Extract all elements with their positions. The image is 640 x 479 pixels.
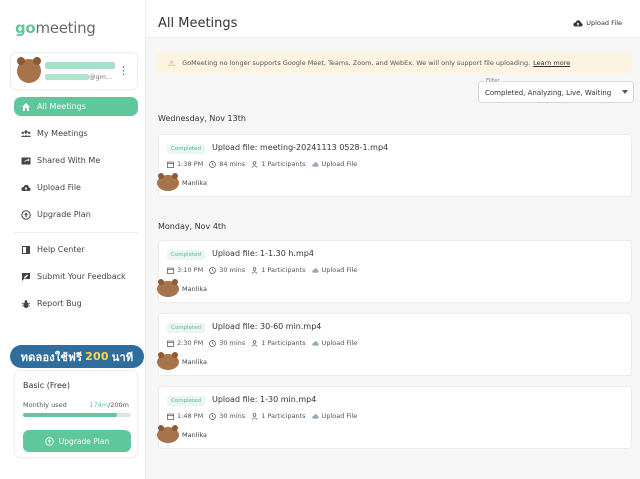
sidebar-item-report-bug[interactable]: Report Bug [14,294,138,313]
meeting-owner: Manlika [157,425,207,443]
status-badge: Completed [167,144,205,154]
meeting-owner: Manlika [157,352,207,370]
calendar-icon [167,340,174,347]
bug-icon [20,298,32,310]
upload-source-icon [311,413,319,419]
status-badge: Completed [167,396,205,406]
avatar [17,57,41,83]
usage-progress-fill [23,413,117,417]
meeting-owner: Manlika [157,279,207,297]
home-icon [20,101,32,113]
sidebar-item-label: Submit Your Feedback [37,272,126,281]
meeting-owner: Manlika [157,173,207,191]
sidebar-item-shared-with-me[interactable]: Shared With Me [14,151,138,170]
meeting-card[interactable]: Completed Upload file: 1-1.30 h.mp4 3:10… [157,240,632,303]
more-vertical-icon[interactable]: ⋮ [118,65,129,76]
caret-down-icon [622,90,628,94]
meeting-meta: 1:48 PM 30 mins 1 Participants Upload Fi… [167,412,363,420]
avatar [157,352,179,370]
meeting-title: Upload file: 30-60 min.mp4 [212,322,322,331]
clock-icon [209,339,217,347]
deprecation-banner: ⚠ GoMeeting no longer supports Google Me… [156,52,632,74]
upgrade-plan-button[interactable]: Upgrade Plan [23,430,131,452]
clock-icon [209,266,217,274]
sidebar-item-all-meetings[interactable]: All Meetings [14,97,138,116]
status-badge: Completed [167,323,205,333]
user-name-redacted [45,62,115,69]
cloud-upload-icon [573,20,583,27]
top-bar: All Meetings Upload File [146,0,640,38]
plan-usage-label: Monthly used [23,401,67,409]
feedback-icon [20,271,32,283]
calendar-icon [167,413,174,420]
app-logo[interactable]: gomeeting [15,19,96,37]
free-trial-promo[interactable]: ทดลองใช้ฟรี 200 นาที [10,345,144,368]
upload-source-icon [311,267,319,273]
sidebar-item-upload-file[interactable]: Upload File [14,178,138,197]
avatar [157,173,179,191]
clock-icon [209,412,217,420]
meeting-meta: 2:30 PM 30 mins 1 Participants Upload Fi… [167,339,363,347]
plan-usage-value: 174m/200m [89,401,129,409]
meeting-card[interactable]: Completed Upload file: 30-60 min.mp4 2:3… [157,313,632,376]
calendar-icon [167,267,174,274]
calendar-icon [167,161,174,168]
sidebar-item-help-center[interactable]: Help Center [14,240,138,259]
clock-icon [209,160,217,168]
arrow-up-circle-icon [20,209,32,221]
avatar [157,425,179,443]
main-content: All Meetings Upload File ⚠ GoMeeting no … [146,0,640,479]
banner-text: GoMeeting no longer supports Google Meet… [182,59,531,67]
meeting-meta: 1:38 PM 84 mins 1 Participants Upload Fi… [167,160,363,168]
meeting-card[interactable]: Completed Upload file: meeting-20241113 … [157,134,632,197]
usage-progress-bar [23,413,131,417]
sidebar-item-upgrade-plan[interactable]: Upgrade Plan [14,205,138,224]
meeting-card[interactable]: Completed Upload file: 1-30 min.mp4 1:48… [157,386,632,449]
date-heading: Wednesday, Nov 13th [158,114,246,123]
person-icon [251,266,258,274]
filter-select[interactable]: Filter Completed, Analyzing, Live, Waiti… [478,78,634,103]
sidebar-item-my-meetings[interactable]: My Meetings [14,124,138,143]
upload-source-icon [311,161,319,167]
book-icon [20,244,32,256]
upload-file-button[interactable]: Upload File [573,19,622,27]
meeting-title: Upload file: 1-30 min.mp4 [212,395,317,404]
date-heading: Monday, Nov 4th [158,222,227,231]
filter-label: Filter [484,78,502,84]
sidebar-item-label: Shared With Me [37,156,101,165]
sidebar-item-label: Upgrade Plan [37,210,91,219]
person-icon [251,339,258,347]
sidebar-item-label: Upload File [37,183,81,192]
sidebar: gomeeting @gm... ⋮ All Meetings My Meeti… [0,0,146,479]
filter-value: Completed, Analyzing, Live, Waiting [485,89,612,97]
meeting-title: Upload file: meeting-20241113 0528-1.mp4 [212,143,389,152]
upload-source-icon [311,340,319,346]
plan-card: Basic (Free) Monthly used 174m/200m Upgr… [14,370,138,458]
cloud-upload-icon [20,182,32,194]
sidebar-item-label: Report Bug [37,299,82,308]
sidebar-item-label: Help Center [37,245,85,254]
meeting-meta: 3:10 PM 30 mins 1 Participants Upload Fi… [167,266,363,274]
divider [14,232,138,233]
page-title: All Meetings [158,16,238,31]
share-icon [20,155,32,167]
user-card[interactable]: @gm... ⋮ [10,52,138,90]
person-icon [251,160,258,168]
status-badge: Completed [167,250,205,260]
plan-title: Basic (Free) [23,381,70,390]
meeting-title: Upload file: 1-1.30 h.mp4 [212,249,314,258]
sidebar-item-label: All Meetings [37,102,86,111]
sidebar-item-label: My Meetings [37,129,88,138]
sidebar-item-submit-feedback[interactable]: Submit Your Feedback [14,267,138,286]
user-email: @gm... [45,73,112,81]
users-icon [20,128,32,140]
learn-more-link[interactable]: Learn more [533,59,570,67]
arrow-up-circle-icon [45,436,54,446]
person-icon [251,412,258,420]
warning-icon: ⚠ [168,58,176,68]
avatar [157,279,179,297]
